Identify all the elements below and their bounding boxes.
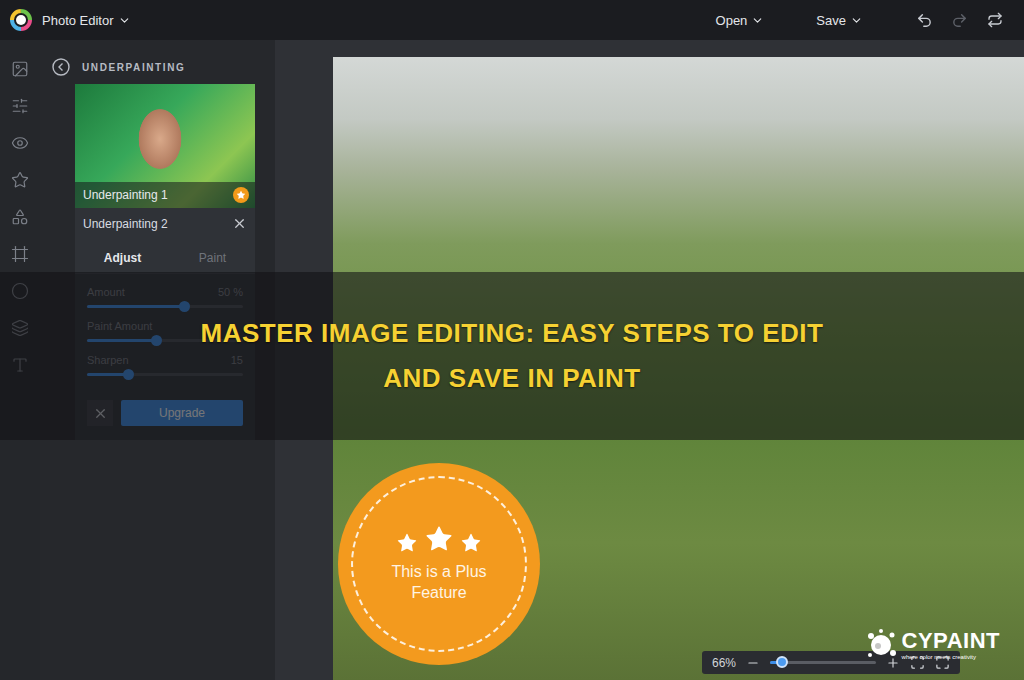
compare-icon bbox=[987, 12, 1003, 28]
stars-icon bbox=[396, 524, 482, 554]
panel-title: UNDERPAINTING bbox=[82, 62, 185, 73]
menu-button[interactable]: Open bbox=[708, 9, 773, 32]
close-icon[interactable] bbox=[232, 216, 247, 231]
redo-icon bbox=[951, 12, 968, 29]
tab[interactable]: Adjust bbox=[94, 247, 151, 269]
undo-icon bbox=[916, 12, 933, 29]
preset-label-bar: Underpainting 1 bbox=[75, 182, 255, 208]
preset-row[interactable]: Underpainting 2 bbox=[75, 208, 255, 239]
paint-splash-icon bbox=[864, 628, 898, 662]
undo-button[interactable] bbox=[907, 5, 942, 35]
tab[interactable]: Paint bbox=[189, 247, 236, 269]
eye-icon[interactable] bbox=[11, 134, 29, 152]
menu-button[interactable]: Save bbox=[808, 9, 871, 32]
shapes-icon[interactable] bbox=[11, 208, 29, 226]
zoom-knob[interactable] bbox=[776, 656, 788, 668]
brand[interactable]: Photo Editor bbox=[10, 9, 131, 31]
zoom-out-icon[interactable] bbox=[746, 656, 760, 670]
chevron-down-icon bbox=[850, 14, 863, 27]
badge-text: This is a Plus Feature bbox=[390, 562, 488, 604]
title-banner: MASTER IMAGE EDITING: EASY STEPS TO EDIT… bbox=[0, 272, 1024, 440]
preset-label: Underpainting 2 bbox=[83, 217, 168, 231]
panel-header: UNDERPAINTING bbox=[52, 58, 265, 76]
banner-headline: AND SAVE IN PAINT bbox=[383, 363, 640, 394]
photo-editor: Photo Editor Open Save UNDERPAINTING Underpa… bbox=[0, 0, 1024, 680]
star-icon[interactable] bbox=[11, 171, 29, 189]
preset-thumbnail[interactable]: Underpainting 1 bbox=[75, 84, 255, 208]
plus-feature-badge: This is a Plus Feature bbox=[338, 463, 540, 665]
watermark: CYPAINT where color meets creativity bbox=[864, 628, 1000, 662]
preset-label: Underpainting 1 bbox=[83, 188, 168, 202]
top-bar: Photo Editor Open Save bbox=[0, 0, 1024, 40]
zoom-slider[interactable] bbox=[770, 661, 876, 664]
tab-bar: Adjust Paint bbox=[75, 239, 255, 274]
app-title[interactable]: Photo Editor bbox=[42, 13, 131, 28]
back-icon[interactable] bbox=[52, 58, 70, 76]
chevron-down-icon bbox=[118, 14, 131, 27]
banner-headline: MASTER IMAGE EDITING: EASY STEPS TO EDIT bbox=[201, 318, 824, 349]
redo-button[interactable] bbox=[942, 5, 977, 35]
premium-star-icon bbox=[233, 187, 249, 203]
zoom-in-icon[interactable] bbox=[886, 656, 900, 670]
zoom-reading: 66% bbox=[712, 656, 736, 670]
adjust-icon[interactable] bbox=[11, 97, 29, 115]
frame-icon[interactable] bbox=[11, 245, 29, 263]
logo-icon[interactable] bbox=[10, 9, 32, 31]
watermark-tagline: where color meets creativity bbox=[902, 654, 1000, 660]
image-icon[interactable] bbox=[11, 60, 29, 78]
compare-button[interactable] bbox=[977, 5, 1012, 35]
watermark-brand: CYPAINT bbox=[902, 630, 1000, 652]
chevron-down-icon bbox=[751, 14, 764, 27]
